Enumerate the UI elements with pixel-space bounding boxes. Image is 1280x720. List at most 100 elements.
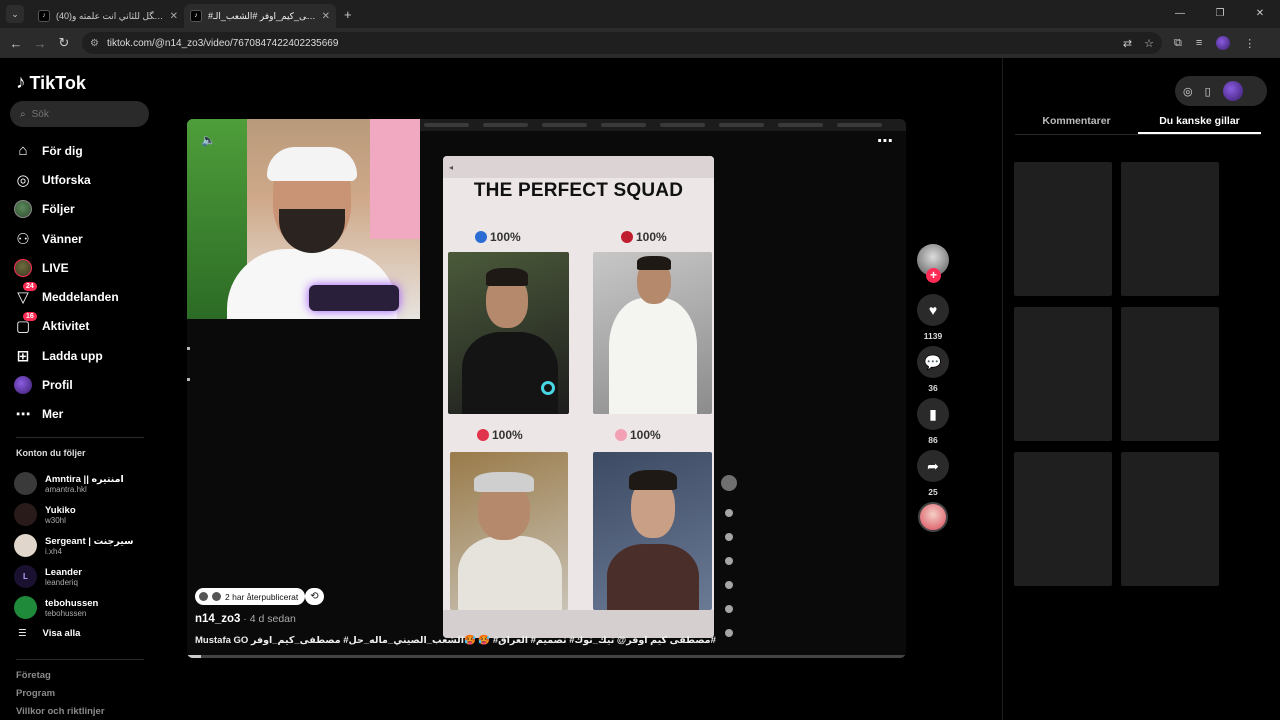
repost-label: 2 har återpublicerat <box>225 591 299 602</box>
comment-button[interactable]: 💬 <box>917 346 949 378</box>
nav-item-friends[interactable]: ⚇ Vänner <box>14 224 119 253</box>
post-date: · 4 d sedan <box>240 613 296 625</box>
browser-tab-2[interactable]: ♪ #مصطفى_كيم_اوفر #الشعب_الـ... ✕ <box>184 4 336 28</box>
repost-icon[interactable]: ⟲ <box>305 588 324 605</box>
logo-text: TikTok <box>29 72 86 93</box>
nav-item-messages[interactable]: ▽ 24 Meddelanden <box>14 282 119 311</box>
avatar <box>14 472 37 495</box>
reload-icon[interactable]: ↻ <box>52 35 76 51</box>
nav-item-explore[interactable]: ◎ Utforska <box>14 165 119 194</box>
photo-bottom-right <box>593 452 712 610</box>
suggested-video-placeholder[interactable] <box>1014 162 1112 296</box>
video-player[interactable]: 🔈 ⋯ ◂ THE PERFECT SQUAD 100% 100% 100% 1… <box>187 119 906 658</box>
back-arrow-icon[interactable]: ← <box>4 36 28 51</box>
follow-plus-icon[interactable]: + <box>926 268 941 283</box>
suggested-video-placeholder[interactable] <box>1014 307 1112 441</box>
minimize-icon[interactable]: — <box>1160 0 1200 28</box>
music-disc-avatar[interactable] <box>918 502 948 532</box>
following-section-title: Konton du följer <box>16 448 86 458</box>
following-list: Amntira || امنتيره amantra.hkl Yukiko w30h… <box>14 468 134 623</box>
repost-pill[interactable]: 2 har återpublicerat <box>195 588 306 605</box>
following-account[interactable]: Yukiko w30hl <box>14 499 134 530</box>
comment-count: 36 <box>928 383 938 393</box>
user-avatar[interactable] <box>1222 81 1243 101</box>
nav-item-live[interactable]: LIVE <box>14 253 119 282</box>
suggested-video-placeholder[interactable] <box>1121 162 1219 296</box>
following-account[interactable]: Sergeant | سيرجنت i.xh4 <box>14 530 134 561</box>
percent-label: 100% <box>475 230 521 244</box>
suggested-video-placeholder[interactable] <box>1121 452 1219 586</box>
footer-link-terms[interactable]: Villkor och riktlinjer <box>16 706 105 720</box>
close-tab-icon[interactable]: ✕ <box>170 11 178 22</box>
new-tab-button[interactable]: + <box>344 7 352 22</box>
nav-item-more[interactable]: ⋯ Mer <box>14 400 119 429</box>
divider <box>16 659 144 660</box>
nav-item-upload[interactable]: ⊞ Ladda upp <box>14 341 119 370</box>
nav-label: Följer <box>42 202 75 217</box>
bookmark-star-icon[interactable]: ☆ <box>1144 37 1154 50</box>
search-input[interactable] <box>31 108 132 120</box>
bookmark-icon: ▮ <box>929 405 937 422</box>
footer-link-program[interactable]: Program <box>16 688 105 706</box>
tiktok-logo[interactable]: ♪ TikTok <box>16 72 86 94</box>
avatar <box>14 503 37 526</box>
media-queue-icon[interactable]: ≡ <box>1196 37 1202 49</box>
following-account[interactable]: tebohussen tebohussen <box>14 592 134 623</box>
video-progress-bar[interactable] <box>187 655 906 658</box>
share-arrow-icon: ➦ <box>927 457 939 474</box>
compass-icon[interactable]: ◎ <box>1183 85 1193 98</box>
nav-item-profile[interactable]: Profil <box>14 370 119 399</box>
account-name: Leander <box>45 566 82 578</box>
show-all-button[interactable]: ☰ Visa alla <box>18 628 80 639</box>
search-icon: ⌕ <box>20 108 26 120</box>
background-pink-wall <box>370 119 420 239</box>
save-count: 86 <box>928 435 938 445</box>
search-box[interactable]: ⌕ <box>10 101 149 127</box>
restore-icon[interactable]: ❐ <box>1200 0 1240 28</box>
nav-item-following[interactable]: Följer <box>14 195 119 224</box>
brain-icon <box>615 429 627 441</box>
footer-link-company[interactable]: Företag <box>16 670 105 688</box>
nav-label: Utforska <box>42 172 91 187</box>
following-account[interactable]: Amntira || امنتيره amantra.hkl <box>14 468 134 499</box>
close-window-icon[interactable]: ✕ <box>1240 0 1280 28</box>
browser-menu-icon[interactable]: ⋮ <box>1244 37 1255 50</box>
volume-icon[interactable]: 🔈 <box>201 133 216 147</box>
tab-comments[interactable]: Kommentarer <box>1015 108 1138 134</box>
suggested-video-placeholder[interactable] <box>1014 452 1112 586</box>
more-options-icon[interactable]: ⋯ <box>877 131 893 151</box>
creator-avatar[interactable]: + <box>917 244 949 283</box>
nav-item-for-you[interactable]: ⌂ För dig <box>14 136 119 165</box>
left-sidebar: ♪ TikTok ⌕ ⌂ För dig ◎ Utforska Följer ⚇… <box>0 58 160 720</box>
nav-label: För dig <box>42 143 83 158</box>
repost-avatar <box>212 592 221 601</box>
screen-capture-strip <box>420 119 906 131</box>
video-author[interactable]: n14_zo3 · 4 d sedan <box>195 613 296 625</box>
main-nav: ⌂ För dig ◎ Utforska Följer ⚇ Vänner LIV… <box>14 136 119 429</box>
nav-label: Vänner <box>42 231 83 246</box>
following-avatar-icon <box>14 200 32 219</box>
tab-title: #مصطفى_كيم_اوفر #الشعب_الـ... <box>208 10 316 21</box>
suggested-video-placeholder[interactable] <box>1121 307 1219 441</box>
like-button[interactable]: ♥ <box>917 294 949 326</box>
following-account[interactable]: L Leander leanderiq <box>14 561 134 592</box>
tab-search-button[interactable]: ⌄ <box>6 5 24 23</box>
nav-item-activity[interactable]: ▢ 16 Aktivitet <box>14 311 119 341</box>
browser-profile-avatar[interactable] <box>1216 36 1231 50</box>
panel-tabs: Kommentarer Du kanske gillar <box>1015 108 1261 135</box>
cursor-ring <box>541 381 555 395</box>
forward-arrow-icon[interactable]: → <box>28 36 52 51</box>
browser-tab-1[interactable]: ♪ (40)واحد يگل للثاني انت علمته و... ✕ <box>32 4 184 28</box>
tab-you-may-like[interactable]: Du kanske gillar <box>1138 108 1261 134</box>
close-tab-icon[interactable]: ✕ <box>322 11 330 22</box>
browser-tab-bar: ⌄ ♪ (40)واحد يگل للثاني انت علمته و... ✕… <box>0 0 1280 28</box>
address-bar[interactable]: ⚙ tiktok.com/@n14_zo3/video/767084742240… <box>82 32 1162 54</box>
phone-icon[interactable]: ▯ <box>1205 85 1211 98</box>
left-edge-marks <box>187 347 193 407</box>
save-button[interactable]: ▮ <box>917 398 949 430</box>
site-info-icon[interactable]: ⚙ <box>90 38 99 49</box>
share-button[interactable]: ➦ <box>917 450 949 482</box>
upload-icon: ⊞ <box>16 347 30 365</box>
translate-icon[interactable]: ⇄ <box>1123 37 1132 50</box>
extensions-icon[interactable]: ⧉ <box>1174 37 1182 50</box>
